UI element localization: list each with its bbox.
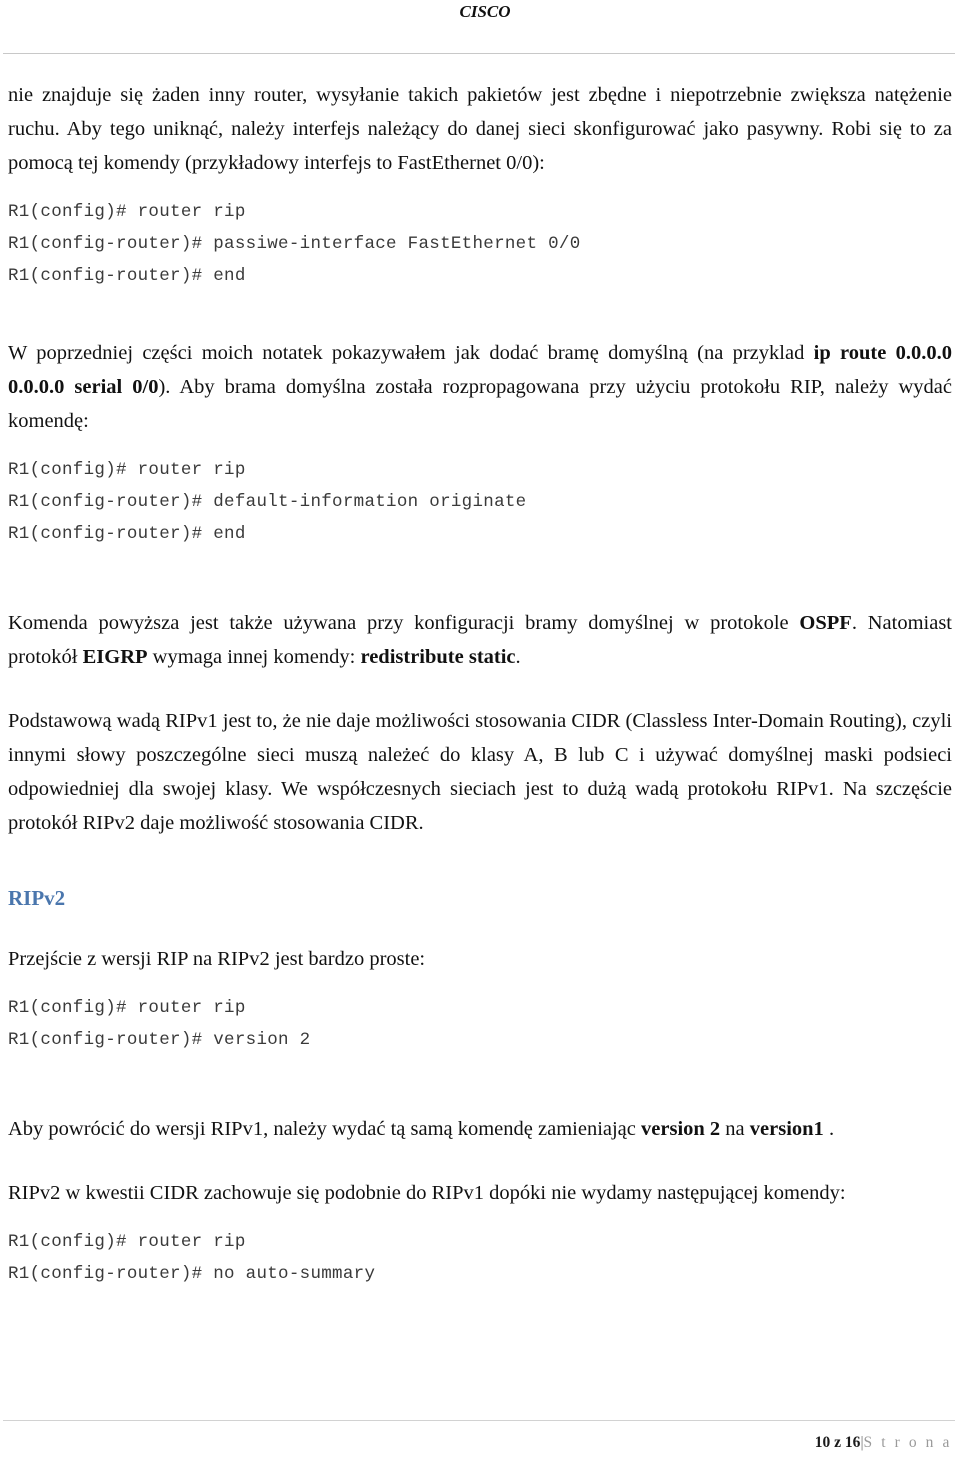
paragraph-6-text-2: na (720, 1118, 750, 1140)
document-content: nie znajduje się żaden inny router, wysy… (8, 78, 952, 1290)
paragraph-1: nie znajduje się żaden inny router, wysy… (8, 84, 952, 174)
code-line: R1(config)# router rip (8, 1232, 246, 1252)
paragraph-3-bold-redistribute: redistribute static (360, 646, 516, 668)
footer-divider (3, 1420, 955, 1421)
code-block-2: R1(config)# router rip R1(config-router)#… (8, 454, 952, 550)
paragraph-3: Komenda powyższa jest także używana przy… (8, 606, 952, 674)
code-line: R1(config-router)# no auto-summary (8, 1264, 376, 1284)
paragraph-3-bold-eigrp: EIGRP (82, 646, 148, 668)
paragraph-6-bold-version2: version 2 (641, 1118, 721, 1140)
paragraph-6-text-3: . (823, 1118, 835, 1140)
paragraph-6-bold-version1: version1 (749, 1118, 824, 1140)
code-block-3: R1(config)# router rip R1(config-router)#… (8, 992, 952, 1056)
footer-page-number: 10 z 16 (814, 1434, 861, 1451)
paragraph-6-text-1: Aby powrócić do wersji RIPv1, należy wyd… (8, 1118, 642, 1140)
paragraph-5: Przejście z wersji RIP na RIPv2 jest bar… (8, 948, 426, 970)
paragraph-2-text-1: W poprzedniej części moich notatek pokaz… (8, 342, 814, 364)
code-block-1: R1(config)# router rip R1(config-router)#… (8, 196, 952, 292)
document-page: CISCO nie znajduje się żaden inny router… (0, 0, 960, 1472)
footer-text: 10 z 16|S t r o n a (815, 1434, 952, 1452)
paragraph-7: RIPv2 w kwestii CIDR zachowuje się podob… (8, 1182, 846, 1204)
code-line: R1(config-router)# end (8, 266, 246, 286)
paragraph-3-text-3: wymaga innej komendy: (147, 646, 361, 668)
footer-label: S t r o n a (863, 1434, 952, 1451)
section-heading-ripv2: RIPv2 (8, 886, 66, 910)
header-title: CISCO (459, 2, 511, 21)
page-footer: 10 z 16|S t r o n a (0, 1412, 960, 1472)
code-line: R1(config-router)# default-information o… (8, 492, 527, 512)
paragraph-3-bold-ospf: OSPF (799, 612, 852, 634)
code-block-4: R1(config)# router rip R1(config-router)#… (8, 1226, 952, 1290)
code-line: R1(config)# router rip (8, 202, 246, 222)
code-line: R1(config)# router rip (8, 998, 246, 1018)
code-line: R1(config-router)# passiwe-interface Fas… (8, 234, 581, 254)
paragraph-3-text-1: Komenda powyższa jest także używana przy… (8, 612, 800, 634)
paragraph-3-text-4: . (515, 646, 521, 668)
header-divider (3, 53, 955, 54)
paragraph-4: Podstawową wadą RIPv1 jest to, że nie da… (8, 710, 952, 834)
page-header: CISCO (0, 0, 960, 60)
paragraph-6: Aby powrócić do wersji RIPv1, należy wyd… (8, 1112, 952, 1146)
paragraph-2: W poprzedniej części moich notatek pokaz… (8, 336, 952, 438)
code-line: R1(config)# router rip (8, 460, 246, 480)
code-line: R1(config-router)# end (8, 524, 246, 544)
code-line: R1(config-router)# version 2 (8, 1030, 311, 1050)
